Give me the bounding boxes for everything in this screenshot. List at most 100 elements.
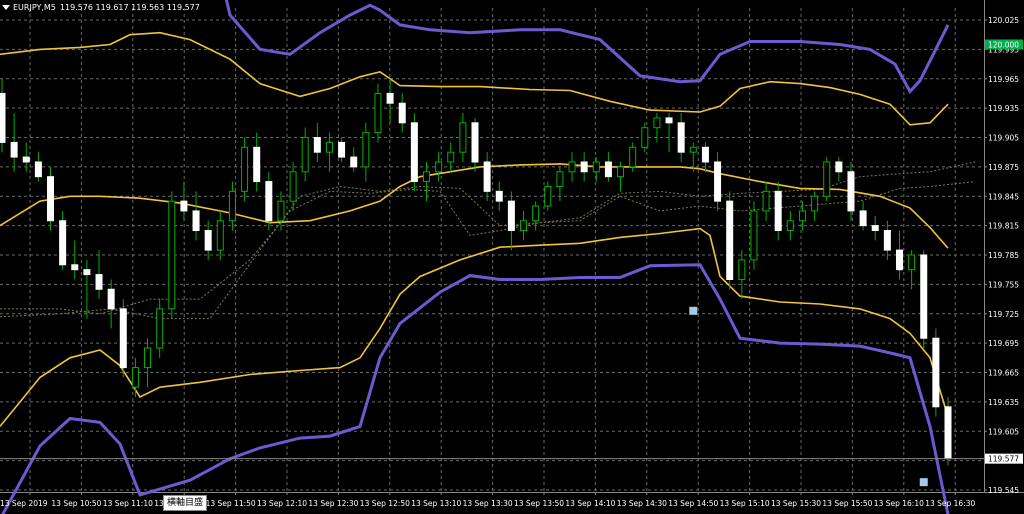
candle-body-down [83,269,91,276]
time-tick-label: 13 Sep 13:10 [411,499,461,508]
time-tick-label: 13 Sep 12:10 [257,499,307,508]
candle [10,113,18,172]
candle-body-down [471,122,479,163]
candle-body-up [168,200,176,310]
ohlc-values: 119.576 119.617 119.563 119.577 [59,3,200,12]
candle [119,299,127,378]
candle [859,201,867,231]
price-tick-label: 119.845 [988,192,1019,201]
candle-body-down [350,156,358,168]
time-tick-label: 13 Sep 13:50 [514,499,564,508]
time-tick-label: 13 Sep 12:30 [308,499,358,508]
price-tick-label: 119.695 [988,339,1019,348]
candle [762,181,770,221]
candle-body-down [580,161,588,173]
candle [908,250,916,290]
candle-body-down [386,92,394,104]
candle-body-down [859,210,867,227]
candle-body-down [726,200,734,280]
candle-body-up [447,151,455,163]
candle [895,230,903,280]
candle [592,157,600,182]
candle [410,113,418,192]
axis-tooltip: 横軸目盛 [163,495,208,511]
candle [253,132,261,192]
candle [313,122,321,162]
candle [228,181,236,231]
candle [0,78,6,153]
time-tick-label: 13 Sep 13:30 [463,499,513,508]
price-axis[interactable]: 120.025119.995119.965119.935119.905119.8… [984,16,1023,495]
candle [883,220,891,260]
candle [59,210,67,270]
candle-body-down [398,102,406,124]
candle [483,152,491,202]
candle [398,93,406,133]
dropdown-arrow-icon[interactable] [2,5,10,10]
price-chart[interactable]: 120.025119.995119.965119.935119.905119.8… [0,0,1024,514]
candle [471,117,479,172]
candle-body-down [920,254,928,339]
bb-lower-2sigma [1,263,950,514]
candle-body-up [762,190,770,212]
candle-body-up [325,141,333,153]
bb-lower-1sigma [0,227,949,427]
candle [241,137,249,202]
candle-body-down [107,288,115,310]
price-tick-label: 119.725 [988,310,1019,319]
candle-body-down [410,122,418,183]
candlestick-series [0,78,984,466]
candle-body-up [689,146,697,153]
price-tick-label: 119.605 [988,427,1019,436]
candle-body-down [932,337,940,408]
candle [507,191,515,251]
price-tick-label: 119.905 [988,134,1019,143]
time-tick-label: 13 Sep 14:10 [565,499,615,508]
price-tick-label: 119.635 [988,398,1019,407]
candle-body-up [641,127,649,148]
candle-body-down [313,137,321,153]
candle-body-up [144,347,152,369]
candle-body-down [944,406,952,460]
candle-body-down [22,156,30,163]
candle [774,181,782,241]
chart-window[interactable]: 120.025 119.995 119.965 119.935 119.905 119.8… [0,0,1024,514]
candle [107,279,115,329]
candle-body-down [180,200,188,212]
time-tick-label: 13 Sep 12:50 [360,499,410,508]
bollinger-bands [0,0,950,514]
candle [374,83,382,143]
candle [350,147,358,172]
candle-body-up [156,308,164,349]
candle-body-down [204,230,212,251]
price-tick-label: 119.665 [988,369,1019,378]
candle [811,191,819,221]
candle [459,113,467,162]
candle-body-up [362,132,370,168]
time-tick-label: 13 Sep 14:30 [617,499,667,508]
candle [677,113,685,162]
symbol-header: EURJPY,M5 119.576 119.617 119.563 119.57… [2,3,200,12]
candle-body-up [520,220,528,232]
price-axis-border [984,0,985,492]
candle-body-up [750,210,758,261]
candle [168,191,176,319]
time-tick-label: 13 Sep 14:50 [668,499,718,508]
candle [131,357,139,397]
candle [277,191,285,231]
candle-body-up [617,166,625,178]
price-tick-label: 119.875 [988,163,1019,172]
candle-body-down [774,190,782,232]
candle [495,181,503,211]
candle-body-down [338,141,346,158]
candle-body-up [811,195,819,212]
candle-body-down [714,161,722,202]
time-tick-label: 13 Sep 15:50 [822,499,872,508]
candle-body-down [71,264,79,271]
candle [544,181,552,211]
price-tick-label: 119.545 [988,486,1019,495]
candle [932,328,940,417]
candle-body-up [908,254,916,271]
time-tick-label: 13 Sep 2019 [0,499,48,508]
candle [180,181,188,221]
